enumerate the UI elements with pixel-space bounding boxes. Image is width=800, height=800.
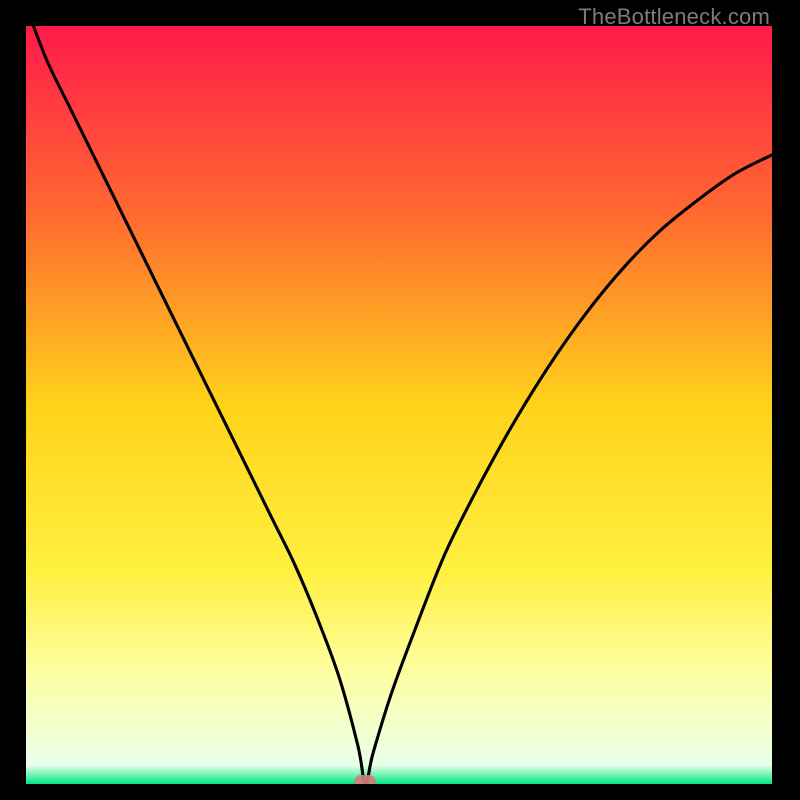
watermark-text: TheBottleneck.com (578, 4, 770, 30)
background-gradient (26, 26, 772, 784)
plot-area (26, 26, 772, 784)
outer-frame: TheBottleneck.com (0, 0, 800, 800)
minimum-marker (354, 775, 376, 784)
